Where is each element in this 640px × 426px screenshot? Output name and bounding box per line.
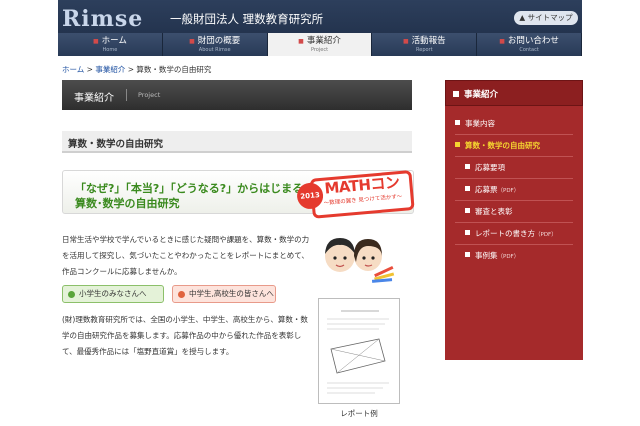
sidebar-divider [455,134,573,135]
sidebar-divider [455,222,573,223]
sidebar-header[interactable]: 事業紹介 [445,80,583,106]
section-header-bar: 事業紹介 Project [62,80,412,110]
nav-label: ホーム [58,36,162,47]
report-page-icon [327,310,389,394]
breadcrumb-separator: > [84,65,96,74]
sidebar-menu: 事業内容 算数・数学の自由研究 応募要項 応募票（PDF） 審査と表彰 レポート… [445,106,583,360]
site-logo[interactable]: Rimse [62,6,143,32]
sidebar: 事業紹介 事業内容 算数・数学の自由研究 応募要項 応募票（PDF） 審査と表彰… [445,80,583,360]
nav-sublabel: Contact [519,47,539,53]
sidebar-item-label: レポートの書き方 [475,229,535,238]
tab-secondary[interactable]: 中学生,高校生の皆さんへ [172,285,276,303]
kids-illustration [318,232,396,286]
sidebar-title: 事業紹介 [464,90,499,100]
nav-label: 事業紹介 [268,36,372,47]
breadcrumb-home-link[interactable]: ホーム [62,65,84,74]
report-example-thumbnail[interactable] [318,298,400,404]
pdf-tag: （PDF） [497,188,520,194]
main-nav: ホーム Home 財団の概要 About Rimse 事業紹介 Project … [58,33,582,56]
section-divider [126,89,127,101]
sitemap-icon: ▲ [519,13,528,22]
sitemap-button[interactable]: ▲ サイトマップ [514,11,578,25]
nav-sublabel: Report [416,47,433,53]
nav-label: お問い合わせ [477,36,581,47]
sidebar-item-label: 事例集 [475,251,498,260]
nav-item-about[interactable]: 財団の概要 About Rimse [162,33,268,56]
banner-tagline: 「なぜ?」「本当?」「どうなる?」からはじまる [75,182,304,195]
nav-sublabel: Project [310,47,329,53]
page-title-box: 算数・数学の自由研究 [62,131,412,153]
sidebar-divider [455,156,573,157]
kids-icon [325,238,395,283]
mathcon-badge: 2013 MATHコン 〜数理の翼き 見つけて活かす〜 [295,160,415,226]
page-title: 算数・数学の自由研究 [68,139,164,150]
hero-banner: 「なぜ?」「本当?」「どうなる?」からはじまる 算数･数学の自由研究 2013 … [62,170,415,219]
section-subtitle: Project [138,91,161,99]
sidebar-item-judging[interactable]: 審査と表彰 [465,206,513,217]
nav-item-report[interactable]: 活動報告 Report [372,33,478,56]
banner-heading: 算数･数学の自由研究 [75,197,180,210]
sidebar-item-entry-form[interactable]: 応募票（PDF） [464,184,520,195]
nav-item-home[interactable]: ホーム Home [58,33,163,56]
section-title: 事業紹介 [74,93,114,104]
sidebar-item-label: 算数・数学の自由研究 [465,141,540,150]
sitemap-label: サイトマップ [527,13,573,22]
sidebar-item-report-writing[interactable]: レポートの書き方（PDF） [465,228,557,239]
body-paragraph: (財)理数教育研究所では、全国の小学生、中学生、高校生から、算数・数学の自由研究… [62,315,308,356]
sidebar-item-business[interactable]: 事業内容 [455,118,495,129]
nav-sublabel: About Rimse [198,47,231,53]
site-header: Rimse 一般財団法人 理数教育研究所 ▲ サイトマップ ホーム Home 財… [58,0,582,56]
sidebar-divider [455,244,573,245]
sidebar-divider [455,200,573,201]
report-caption: レポート例 [340,409,378,418]
sidebar-item-free-research[interactable]: 算数・数学の自由研究 [455,140,540,151]
sidebar-item-label: 審査と表彰 [475,207,513,216]
org-name: 一般財団法人 理数教育研究所 [170,12,324,26]
breadcrumb-section-link[interactable]: 事業紹介 [95,65,125,74]
tab-elementary[interactable]: 小学生のみなさんへ [62,285,164,303]
breadcrumb: ホーム > 事業紹介 > 算数・数学の自由研究 [62,64,211,75]
sidebar-item-label: 事業内容 [465,119,495,128]
sidebar-item-case-studies[interactable]: 事例集（PDF） [464,250,520,261]
nav-item-project[interactable]: 事業紹介 Project [267,33,373,56]
breadcrumb-current: 算数・数学の自由研究 [136,65,212,74]
sidebar-item-guidelines[interactable]: 応募要項 [465,162,505,173]
pdf-tag: （PDF） [497,254,520,260]
sidebar-item-label: 応募票 [475,185,498,194]
pdf-tag: （PDF） [535,232,557,238]
nav-label: 活動報告 [372,36,476,47]
nav-label: 財団の概要 [163,36,267,47]
breadcrumb-separator: > [125,65,137,74]
nav-item-contact[interactable]: お問い合わせ Contact [477,33,582,56]
sidebar-divider [455,178,573,179]
nav-sublabel: Home [102,47,118,53]
sidebar-item-label: 応募要項 [475,163,505,172]
intro-paragraph: 日常生活や学校で学んでいるときに感じた疑問や課題を、算数・数学の力を活用して探究… [62,235,310,276]
